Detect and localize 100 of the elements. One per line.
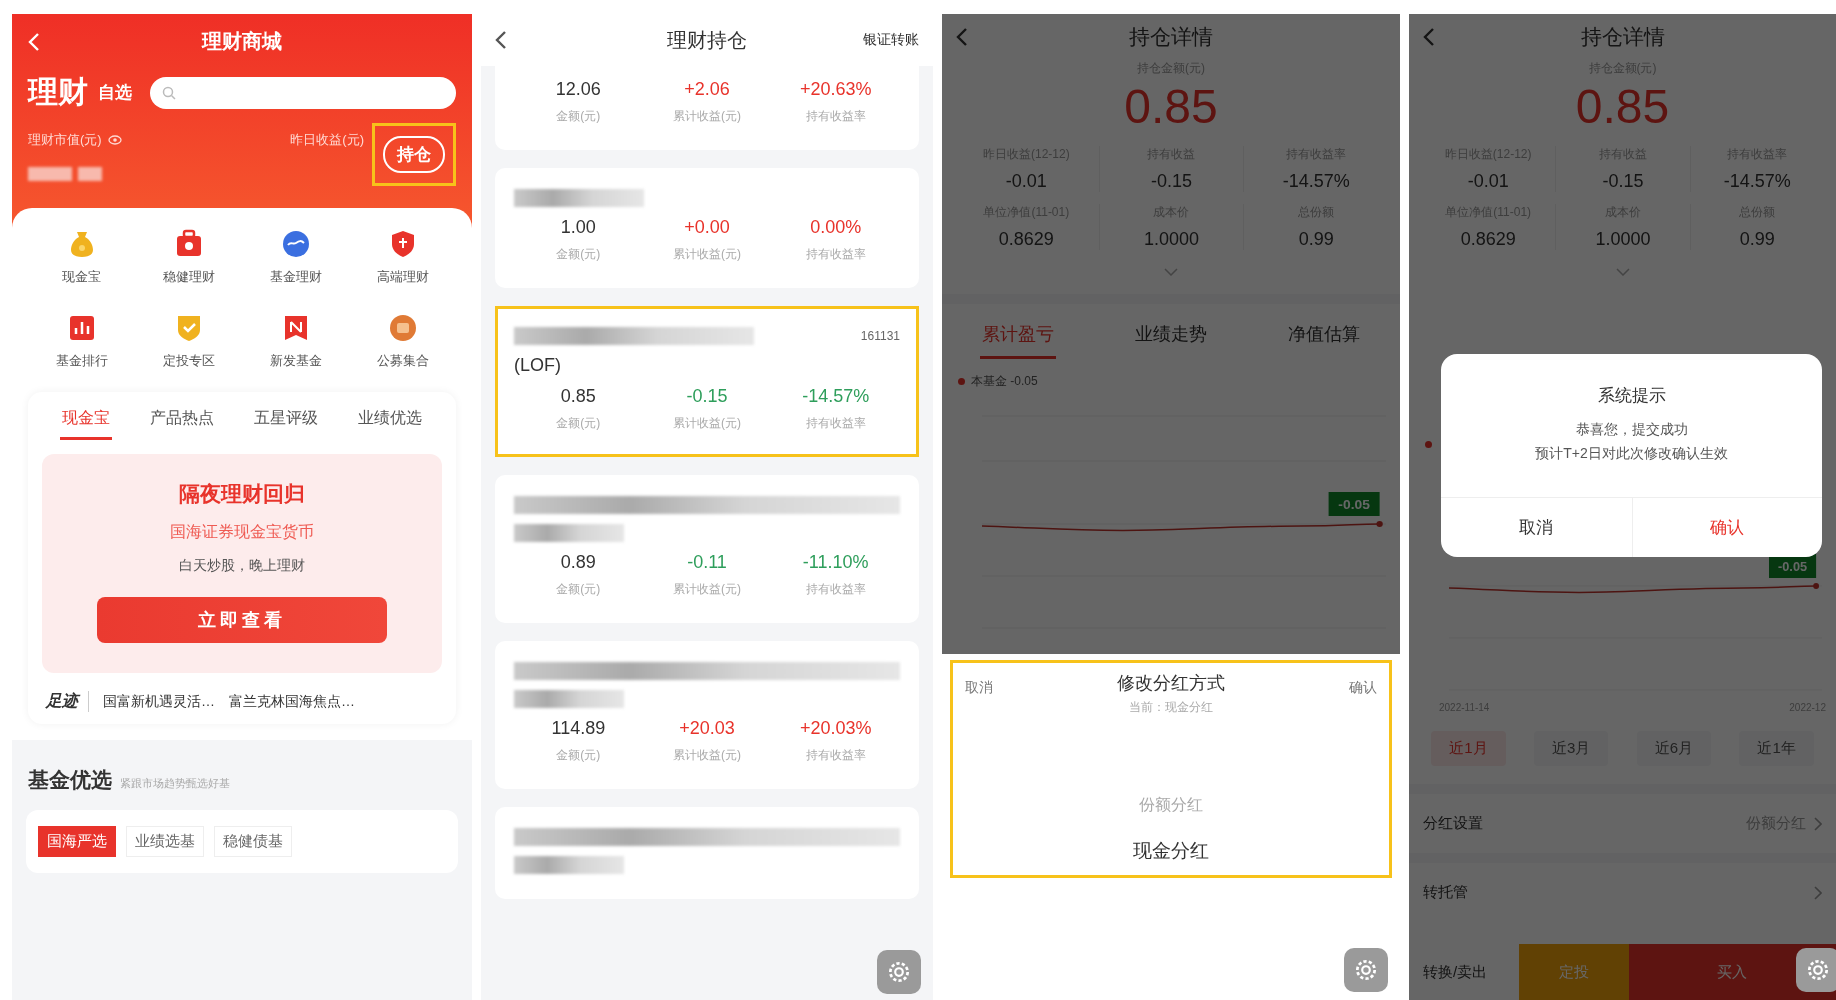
- search-icon: [162, 85, 176, 100]
- metric-value: -0.11: [687, 552, 727, 573]
- cancel-button[interactable]: 取消: [1441, 498, 1632, 557]
- page-title: 理财商城: [202, 29, 282, 54]
- watchlist-link[interactable]: 自选: [98, 81, 132, 104]
- metric-value: +2.06: [684, 79, 730, 100]
- metric-value: 114.89: [551, 718, 606, 739]
- filter-chip[interactable]: 业绩选基: [126, 826, 204, 857]
- back-icon[interactable]: [1423, 27, 1435, 47]
- stat-value: -14.57%: [1282, 171, 1350, 192]
- chart-tab[interactable]: 业绩走势: [1133, 318, 1209, 359]
- metric-value: -0.15: [686, 386, 728, 407]
- stat-value: -0.01: [1467, 171, 1509, 192]
- legend-dot: [958, 378, 965, 385]
- fund-code: 161131: [860, 329, 900, 343]
- chevron-right-icon: [1814, 885, 1822, 900]
- stat-value: 1.0000: [1595, 229, 1651, 250]
- holdings-button[interactable]: 持仓: [383, 136, 445, 173]
- metric-value: 1.00: [560, 217, 596, 238]
- shortcut-label[interactable]: 现金宝: [62, 268, 101, 286]
- legend-label: 本基金 -0.05: [971, 373, 1038, 390]
- current-option: 当前：现金分红: [1129, 699, 1213, 716]
- filter-chip[interactable]: 国海严选: [38, 826, 116, 857]
- holding-card[interactable]: 1.00 金额(元) +0.00 累计收益(元) 0.00% 持有收益率: [495, 168, 919, 288]
- metric-label: 累计收益(元): [673, 581, 741, 598]
- metric-label: 累计收益(元): [673, 108, 741, 125]
- footprint-label: 足迹: [46, 691, 89, 712]
- stat-value: -0.15: [1602, 171, 1644, 192]
- metric-value: +20.03%: [799, 718, 872, 739]
- shortcut-label[interactable]: 稳健理财: [162, 268, 215, 286]
- metric-label: 持有收益率: [805, 415, 866, 432]
- stat-value: 0.99: [1298, 229, 1334, 250]
- bank-transfer-link[interactable]: 银证转账: [863, 31, 919, 49]
- eye-icon[interactable]: [107, 135, 122, 145]
- metric-label: 持有收益率: [805, 108, 866, 125]
- category-tab[interactable]: 五星评级: [252, 404, 320, 440]
- settings-row[interactable]: 转托管: [1409, 853, 1836, 922]
- section-title: 基金优选: [28, 767, 112, 793]
- holding-card[interactable]: 12.06 金额(元) +2.06 累计收益(元) +20.63% 持有收益率: [495, 66, 919, 150]
- holding-card[interactable]: 114.89 金额(元) +20.03 累计收益(元) +20.03% 持有收益率: [495, 641, 919, 789]
- picker-option[interactable]: 现金分红: [1127, 837, 1215, 865]
- promo-title: 隔夜理财回归: [179, 481, 305, 507]
- metric-label: 金额(元): [556, 108, 601, 125]
- metric-label: 金额(元): [556, 581, 601, 598]
- shortcut-label[interactable]: 公募集合: [376, 352, 429, 370]
- expand-icon[interactable]: [1164, 268, 1178, 276]
- row-label: 分红设置: [1423, 814, 1483, 833]
- gear-icon: [1805, 957, 1831, 983]
- metric-label: 持有收益率: [805, 246, 866, 263]
- section-title: 理财: [28, 74, 88, 110]
- metric-label: 金额(元): [556, 747, 601, 764]
- category-tab[interactable]: 业绩优选: [356, 404, 424, 440]
- category-tab[interactable]: 产品热点: [148, 404, 216, 440]
- back-icon[interactable]: [956, 27, 968, 47]
- filter-chip[interactable]: 稳健债基: [214, 826, 292, 857]
- recent-fund-link[interactable]: 国富新机遇灵活…: [103, 692, 215, 711]
- value-tooltip: -0.05: [1328, 492, 1380, 516]
- metric-value: 0.85: [560, 386, 596, 407]
- sheet-title: 修改分红方式: [1117, 672, 1225, 695]
- metric-label: 金额(元): [556, 246, 601, 263]
- recent-fund-link[interactable]: 富兰克林国海焦点…: [229, 692, 355, 711]
- stat-value: -14.57%: [1723, 171, 1791, 192]
- metric-value: 0.00%: [810, 217, 862, 238]
- category-tab[interactable]: 现金宝: [60, 404, 112, 440]
- shortcut-label[interactable]: 高端理财: [376, 268, 429, 286]
- page-title: 理财持仓: [667, 27, 747, 53]
- stat-value: 0.8629: [1460, 229, 1516, 250]
- metric-value: 0.89: [560, 552, 596, 573]
- back-icon[interactable]: [495, 30, 507, 50]
- holding-card[interactable]: [495, 807, 919, 899]
- shortcut-label[interactable]: 基金排行: [55, 352, 108, 370]
- dialog-title: 系统提示: [1597, 385, 1666, 407]
- holding-card[interactable]: 0.89 金额(元) -0.11 累计收益(元) -11.10% 持有收益率: [495, 475, 919, 623]
- promo-slogan: 白天炒股，晚上理财: [179, 557, 305, 575]
- confirm-button[interactable]: 确认: [1345, 671, 1381, 705]
- cancel-button[interactable]: 取消: [961, 671, 997, 705]
- metric-value: -14.57%: [802, 386, 870, 407]
- shortcut-label[interactable]: 基金理财: [269, 268, 322, 286]
- metric-value: +20.03: [679, 718, 735, 739]
- shortcut-label[interactable]: 新发基金: [269, 352, 322, 370]
- metric-label: 累计收益(元): [673, 246, 741, 263]
- row-label: 转托管: [1423, 883, 1468, 902]
- chart-tab[interactable]: 净值估算: [1285, 318, 1362, 359]
- settings-button[interactable]: [1796, 948, 1836, 992]
- legend-dot: [1425, 440, 1432, 448]
- gear-icon: [886, 959, 912, 985]
- dialog-message: 预计T+2日对此次修改确认生效: [1535, 445, 1728, 463]
- view-now-button[interactable]: 立即查看: [97, 597, 387, 643]
- stat-value: -0.15: [1150, 171, 1192, 192]
- metric-label: 累计收益(元): [673, 747, 741, 764]
- fund-name: (LOF): [514, 355, 562, 376]
- metric-value: +20.63%: [799, 79, 872, 100]
- metric-label: 持有收益率: [805, 747, 866, 764]
- confirm-button[interactable]: 确认: [1631, 498, 1822, 557]
- shortcut-label[interactable]: 定投专区: [162, 352, 215, 370]
- expand-icon[interactable]: [1615, 268, 1630, 276]
- gear-icon: [1353, 957, 1379, 983]
- product-name: 国海证券现金宝货币: [170, 522, 314, 542]
- holding-card[interactable]: 161131 (LOF) 0.85 金额(元) -0.15 累计收益(元) -14.57% 持有收益率: [495, 306, 919, 457]
- search-field[interactable]: [150, 76, 456, 109]
